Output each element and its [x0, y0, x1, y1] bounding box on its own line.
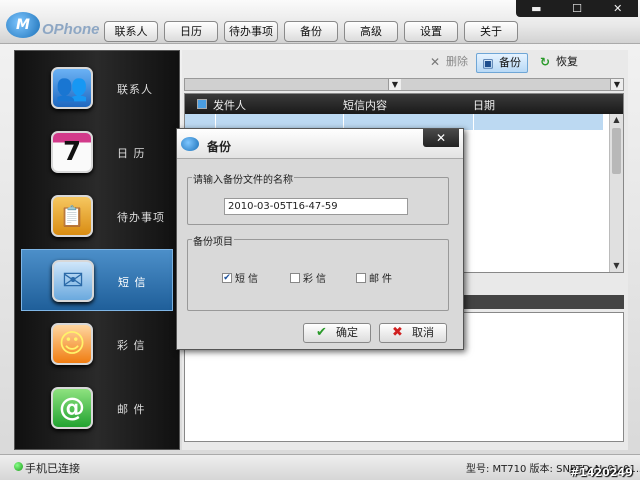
- email-checkbox[interactable]: [356, 272, 366, 283]
- option-email[interactable]: 邮件: [356, 270, 395, 285]
- sidebar-item-label: 待办事项: [117, 211, 165, 224]
- window-controls: ▬ ☐ ✕: [516, 0, 638, 17]
- backup-items-legend: 备份项目: [192, 233, 234, 248]
- app-window: M OPhone 联系人 日历 待办事项 备份 高级 设置 关于 ▬ ☐ ✕ 👥…: [0, 0, 640, 480]
- option-label: 短信: [235, 274, 261, 285]
- scrollbar-thumb[interactable]: [612, 128, 621, 174]
- list-scrollbar[interactable]: ▲ ▼: [609, 114, 623, 272]
- sidebar-item-email[interactable]: @ 邮 件: [21, 377, 173, 439]
- column-content[interactable]: 短信内容: [343, 97, 387, 113]
- dialog-title: 备份: [207, 140, 232, 154]
- sidebar-item-contacts[interactable]: 👥 联系人: [21, 57, 173, 119]
- option-mms[interactable]: 彩信: [290, 270, 329, 285]
- sidebar-item-label: 邮 件: [117, 403, 146, 416]
- nav-calendar-button[interactable]: 日历: [164, 21, 218, 42]
- nav-advanced-button[interactable]: 高级: [344, 21, 398, 42]
- nav-about-button[interactable]: 关于: [464, 21, 518, 42]
- nav-contacts-button[interactable]: 联系人: [104, 21, 158, 42]
- backup-label: 备份: [499, 56, 521, 69]
- maximize-icon[interactable]: ☐: [557, 0, 598, 17]
- restore-label: 恢复: [556, 55, 578, 68]
- title-bar: M OPhone 联系人 日历 待办事项 备份 高级 设置 关于 ▬ ☐ ✕: [0, 0, 640, 44]
- filename-legend: 请输入备份文件的名称: [192, 171, 294, 186]
- sms-checkbox[interactable]: ✔: [222, 272, 232, 283]
- save-disk-icon: ▣: [482, 56, 494, 70]
- backup-items-group: 备份项目 ✔ 短信 彩信 邮件: [187, 233, 449, 311]
- scroll-down-icon[interactable]: ▼: [610, 260, 623, 272]
- ok-label: 确定: [336, 326, 358, 339]
- backup-button[interactable]: ▣ 备份: [476, 53, 528, 73]
- mms-icon: ☺: [51, 323, 93, 365]
- filter-dropdown-icon[interactable]: ▼: [610, 79, 623, 90]
- delete-x-icon: ✕: [429, 55, 441, 69]
- delete-label: 删除: [446, 55, 468, 68]
- close-icon[interactable]: ✕: [597, 0, 638, 17]
- nav-todo-button[interactable]: 待办事项: [224, 21, 278, 42]
- status-bar: 手机已连接 型号: MT710 版本: SNPTD_N_01.01.5T: [0, 454, 640, 480]
- cancel-button[interactable]: ✖ 取消: [379, 323, 447, 343]
- ok-button[interactable]: ✔ 确定: [303, 323, 371, 343]
- restore-refresh-icon: ↻: [539, 55, 551, 69]
- connection-status: 手机已连接: [25, 462, 80, 475]
- column-sender[interactable]: 发件人: [213, 97, 246, 113]
- backup-dialog: 备份 ✕ 请输入备份文件的名称 2010-03-05T16-47-59 备份项目…: [176, 128, 464, 350]
- option-label: 邮件: [369, 274, 395, 285]
- email-at-icon: @: [51, 387, 93, 429]
- restore-button[interactable]: ↻ 恢复: [534, 53, 584, 73]
- toolbar: ✕ 删除 ▣ 备份 ↻ 恢复: [182, 50, 628, 76]
- calendar-icon: 7: [51, 131, 93, 173]
- backup-filename-input[interactable]: 2010-03-05T16-47-59: [224, 198, 408, 215]
- option-label: 彩信: [303, 274, 329, 285]
- sidebar-item-label: 彩 信: [117, 339, 146, 352]
- minimize-icon[interactable]: ▬: [516, 0, 557, 17]
- sidebar-item-label: 短 信: [118, 276, 147, 289]
- column-date[interactable]: 日期: [473, 97, 495, 113]
- sms-envelope-icon: ✉: [52, 260, 94, 302]
- select-all-checkbox[interactable]: [197, 99, 207, 109]
- checkmark-icon: ✔: [316, 325, 327, 340]
- dialog-title-bar: 备份 ✕: [177, 129, 463, 159]
- nav-settings-button[interactable]: 设置: [404, 21, 458, 42]
- dialog-logo-icon: [181, 137, 199, 151]
- app-logo-icon: M: [6, 12, 40, 38]
- filename-group: 请输入备份文件的名称 2010-03-05T16-47-59: [187, 171, 449, 225]
- filter-dropdown-icon[interactable]: ▼: [388, 79, 401, 90]
- sidebar: 👥 联系人 7 日 历 📋 待办事项 ✉ 短 信 ☺ 彩 信 @ 邮 件: [14, 50, 180, 450]
- dialog-close-icon[interactable]: ✕: [423, 129, 459, 147]
- todo-icon: 📋: [51, 195, 93, 237]
- connected-status-icon: [14, 462, 23, 471]
- mms-checkbox[interactable]: [290, 272, 300, 283]
- filter-bar: ▼ ▼: [184, 78, 624, 91]
- sidebar-item-calendar[interactable]: 7 日 历: [21, 121, 173, 183]
- cancel-label: 取消: [412, 326, 434, 339]
- delete-button[interactable]: ✕ 删除: [424, 53, 474, 73]
- app-logo-text: OPhone: [42, 21, 100, 38]
- sidebar-item-mms[interactable]: ☺ 彩 信: [21, 313, 173, 375]
- main-nav: 联系人 日历 待办事项 备份 高级 设置 关于: [104, 21, 518, 42]
- scroll-up-icon[interactable]: ▲: [610, 114, 623, 126]
- list-header: 发件人 短信内容 日期: [185, 94, 623, 114]
- sidebar-item-label: 联系人: [117, 83, 153, 96]
- cancel-x-icon: ✖: [392, 325, 403, 340]
- sidebar-item-todo[interactable]: 📋 待办事项: [21, 185, 173, 247]
- option-sms[interactable]: ✔ 短信: [222, 270, 261, 285]
- contacts-icon: 👥: [51, 67, 93, 109]
- cell-divider: [473, 114, 474, 130]
- sidebar-item-label: 日 历: [117, 147, 146, 160]
- sidebar-item-sms[interactable]: ✉ 短 信: [21, 249, 173, 311]
- nav-backup-button[interactable]: 备份: [284, 21, 338, 42]
- watermark: #1420249: [570, 466, 633, 479]
